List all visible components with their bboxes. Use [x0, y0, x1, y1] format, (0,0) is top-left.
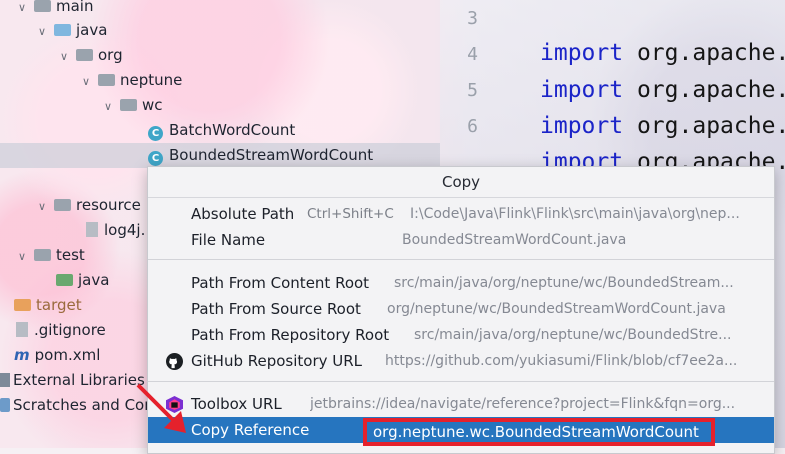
chevron-down-icon[interactable]: ∨: [80, 69, 92, 94]
menu-item-label: Path From Source Root: [191, 300, 361, 318]
code-keyword: import: [540, 113, 624, 139]
code-line[interactable]: import org.apache.: [540, 113, 785, 139]
tree-item-wc[interactable]: ∨ wc: [102, 93, 163, 118]
tree-item-log4j[interactable]: log4j.: [86, 218, 145, 243]
folder-icon: [34, 249, 51, 261]
java-class-icon: C: [148, 126, 163, 141]
code-line[interactable]: import org.apache.: [540, 40, 785, 66]
menu-item-path-source-root[interactable]: Path From Source Root org/neptune/wc/Bou…: [148, 296, 774, 322]
chevron-down-icon[interactable]: ∨: [102, 94, 114, 119]
tree-item-gitignore[interactable]: .gitignore: [16, 318, 106, 343]
code-keyword: import: [540, 40, 624, 66]
tree-item-label: resource: [76, 196, 141, 214]
menu-item-absolute-path[interactable]: Absolute Path Ctrl+Shift+C I:\Code\Java\…: [148, 201, 774, 227]
menu-item-label: Path From Repository Root: [191, 326, 390, 344]
tree-item-label: External Libraries: [13, 371, 145, 389]
chevron-down-icon[interactable]: ∨: [36, 194, 48, 219]
copy-reference-value-highlight: org.neptune.wc.BoundedStreamWordCount: [363, 418, 715, 446]
tree-item-test-java[interactable]: java: [56, 268, 109, 293]
code-text: org.apache.: [636, 113, 785, 139]
tree-item-target[interactable]: target: [14, 293, 82, 318]
menu-item-value: src/main/java/org/neptune/wc/BoundedStre…: [414, 327, 732, 343]
folder-icon: [54, 24, 71, 36]
chevron-down-icon[interactable]: ∨: [16, 0, 28, 20]
line-number: 6: [467, 116, 478, 137]
tree-item-external-libraries[interactable]: External Libraries: [0, 368, 145, 393]
tree-item-test[interactable]: ∨ test: [16, 243, 85, 268]
folder-icon: [34, 0, 51, 12]
tree-item-batchwordcount[interactable]: C BatchWordCount: [148, 118, 295, 143]
tree-item-neptune[interactable]: ∨ neptune: [80, 68, 182, 93]
tree-item-label: BoundedStreamWordCount: [169, 146, 374, 164]
toolbox-icon: [166, 396, 183, 413]
menu-item-value: jetbrains://idea/navigate/reference?proj…: [310, 396, 736, 412]
tree-item-label: pom.xml: [34, 346, 101, 364]
folder-icon: [14, 299, 31, 311]
folder-icon: [56, 274, 73, 286]
tree-item-main[interactable]: ∨ main: [16, 0, 93, 19]
line-number: 4: [467, 44, 478, 65]
chevron-down-icon[interactable]: ∨: [58, 44, 70, 69]
menu-item-label: Toolbox URL: [191, 395, 282, 413]
code-keyword: import: [540, 77, 624, 103]
tree-item-label: java: [76, 21, 108, 39]
package-icon: [98, 74, 115, 86]
github-icon: [166, 353, 183, 370]
tree-item-label: main: [56, 0, 94, 15]
tree-item-label: wc: [142, 96, 163, 114]
tree-item-org[interactable]: ∨ org: [58, 43, 123, 68]
menu-item-value: I:\Code\Java\Flink\Flink\src\main\java\o…: [410, 206, 740, 222]
menu-item-label: Copy Reference: [191, 421, 310, 439]
chevron-down-icon[interactable]: ∨: [16, 244, 28, 269]
tree-item-label: .gitignore: [34, 321, 106, 339]
code-line[interactable]: import org.apache.: [540, 77, 785, 103]
menu-item-label: Path From Content Root: [191, 274, 370, 292]
package-icon: [76, 49, 93, 61]
tree-item-label: log4j.: [104, 221, 146, 239]
menu-item-label: GitHub Repository URL: [191, 352, 363, 370]
menu-separator: [148, 259, 774, 260]
tree-item-boundedstreamwordcount[interactable]: C BoundedStreamWordCount: [0, 143, 440, 168]
maven-icon: m: [14, 346, 30, 364]
tree-item-label: test: [56, 246, 85, 264]
menu-item-file-name[interactable]: File Name BoundedStreamWordCount.java: [148, 227, 774, 253]
folder-icon: [54, 199, 71, 211]
tree-item-label: neptune: [120, 71, 183, 89]
menu-item-label: Absolute Path: [191, 205, 295, 223]
library-icon: [0, 373, 10, 387]
tree-item-label: target: [36, 296, 82, 314]
menu-item-value: https://github.com/yukiasumi/Flink/blob/…: [385, 353, 738, 369]
tree-item-label: org: [98, 46, 123, 64]
popup-title: Copy: [148, 167, 774, 198]
tree-item-label: BatchWordCount: [169, 121, 296, 139]
tree-item-java[interactable]: ∨ java: [36, 18, 107, 43]
menu-item-value: src/main/java/org/neptune/wc/BoundedStre…: [394, 275, 734, 291]
chevron-down-icon[interactable]: ∨: [36, 19, 48, 44]
menu-item-path-repository-root[interactable]: Path From Repository Root src/main/java/…: [148, 322, 774, 348]
java-class-icon: C: [148, 151, 163, 166]
tree-item-pom[interactable]: m pom.xml: [14, 343, 100, 368]
menu-item-shortcut: Ctrl+Shift+C: [307, 206, 394, 222]
scratch-icon: [0, 398, 10, 412]
copy-popup: Copy Absolute Path Ctrl+Shift+C I:\Code\…: [147, 166, 775, 454]
tree-item-resources[interactable]: ∨ resource: [36, 193, 141, 218]
file-icon: [16, 322, 28, 337]
code-text: org.apache.: [636, 77, 785, 103]
menu-separator: [148, 381, 774, 382]
line-number: 3: [467, 8, 478, 29]
tree-item-label: java: [78, 271, 110, 289]
menu-item-path-content-root[interactable]: Path From Content Root src/main/java/org…: [148, 270, 774, 296]
menu-item-value: org/neptune/wc/BoundedStreamWordCount.ja…: [387, 301, 726, 317]
line-number: 5: [467, 80, 478, 101]
code-text: org.apache.: [636, 40, 785, 66]
package-icon: [120, 99, 137, 111]
menu-item-label: File Name: [191, 231, 266, 249]
menu-item-value: BoundedStreamWordCount.java: [402, 232, 627, 248]
menu-item-value: org.neptune.wc.BoundedStreamWordCount: [373, 423, 699, 441]
file-icon: [86, 222, 98, 237]
menu-item-github-url[interactable]: GitHub Repository URL https://github.com…: [148, 348, 774, 374]
tree-item-scratches[interactable]: Scratches and Con: [0, 393, 154, 418]
tree-item-label: Scratches and Con: [13, 396, 154, 414]
menu-item-toolbox-url[interactable]: Toolbox URL jetbrains://idea/navigate/re…: [148, 391, 774, 417]
